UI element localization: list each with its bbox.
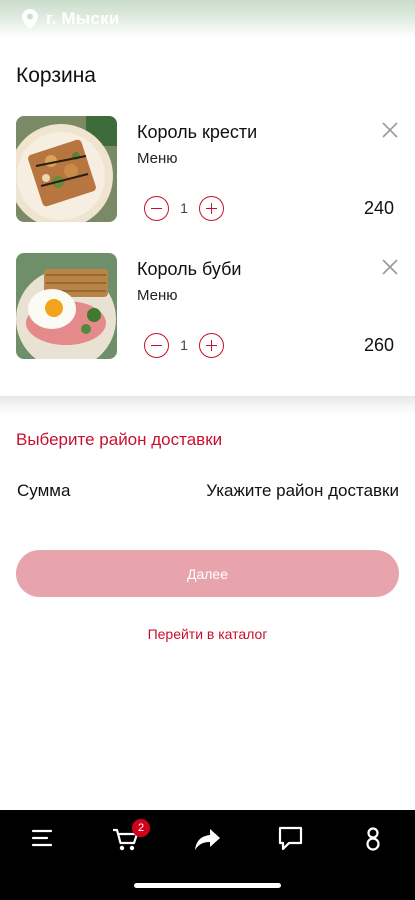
product-name: Король крести bbox=[137, 122, 258, 142]
nav-share[interactable] bbox=[193, 824, 233, 856]
quantity-value: 1 bbox=[180, 200, 188, 216]
product-price: 260 bbox=[363, 335, 394, 355]
menu-icon bbox=[31, 829, 53, 847]
location-bar[interactable]: г. Мыски bbox=[0, 0, 415, 38]
close-icon[interactable] bbox=[380, 120, 400, 140]
go-to-catalog-link[interactable]: Перейти в каталог bbox=[0, 626, 415, 642]
nav-menu[interactable] bbox=[30, 824, 70, 856]
profile-icon bbox=[366, 827, 380, 851]
page-title: Корзина bbox=[16, 64, 96, 87]
cart-item: Король буби Меню 1 260 bbox=[0, 253, 415, 365]
chat-icon bbox=[278, 826, 303, 851]
nav-chat[interactable] bbox=[276, 824, 316, 856]
nav-profile[interactable] bbox=[362, 824, 402, 856]
decrease-quantity-button[interactable] bbox=[144, 196, 169, 221]
product-category: Меню bbox=[137, 287, 178, 304]
select-district-link[interactable]: Выберите район доставки bbox=[16, 430, 222, 450]
section-divider bbox=[0, 396, 415, 416]
product-image[interactable] bbox=[16, 253, 117, 359]
cart-count-badge: 2 bbox=[132, 819, 150, 837]
bottom-navigation: 2 bbox=[0, 810, 415, 900]
home-indicator[interactable] bbox=[134, 883, 281, 888]
share-icon bbox=[195, 829, 220, 850]
next-button[interactable]: Далее bbox=[16, 550, 399, 597]
product-image[interactable] bbox=[16, 116, 117, 222]
product-price: 240 bbox=[363, 198, 394, 218]
location-pin-icon bbox=[22, 9, 38, 29]
sum-value: Укажите район доставки bbox=[206, 481, 399, 500]
decrease-quantity-button[interactable] bbox=[144, 333, 169, 358]
increase-quantity-button[interactable] bbox=[199, 333, 224, 358]
sum-label: Сумма bbox=[17, 481, 71, 500]
product-name: Король буби bbox=[137, 259, 242, 279]
close-icon[interactable] bbox=[380, 257, 400, 277]
increase-quantity-button[interactable] bbox=[199, 196, 224, 221]
quantity-value: 1 bbox=[180, 337, 188, 353]
product-category: Меню bbox=[137, 150, 178, 167]
city-name: г. Мыски bbox=[46, 9, 120, 28]
nav-cart[interactable]: 2 bbox=[112, 819, 152, 856]
cart-item: Король крести Меню 1 240 bbox=[0, 116, 415, 228]
